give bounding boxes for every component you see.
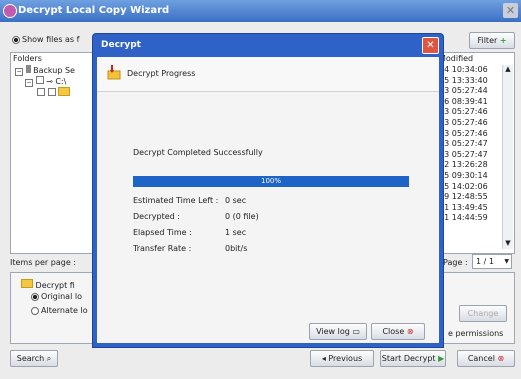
transfer-rate-label: Transfer Rate : <box>133 244 192 253</box>
view-log-button[interactable]: View log ▭ <box>309 323 367 340</box>
modified-value: 15 14:02:06 <box>439 181 488 191</box>
progress-header-label: Decrypt Progress <box>127 69 196 78</box>
original-location-option[interactable]: Original lo <box>31 292 82 301</box>
modified-header: Modified <box>439 54 474 63</box>
app-icon <box>3 4 17 18</box>
alternate-location-label: Alternate lo <box>41 306 88 315</box>
close-label: Close <box>382 327 405 336</box>
modified-value: 03 05:27:46 <box>439 107 488 117</box>
modified-value: 12 13:26:28 <box>439 160 488 170</box>
drive-icon <box>25 65 31 73</box>
progress-text: 100% <box>260 177 281 185</box>
transfer-rate-value: 0bit/s <box>225 244 248 253</box>
close-icon: ✕ <box>505 4 516 17</box>
modified-value: 03 05:27:46 <box>439 117 488 127</box>
filter-icon: + <box>499 36 507 45</box>
folder-icon <box>58 87 71 96</box>
modified-column: 24 10:34:06 05 13:33:40 03 05:27:44 06 0… <box>439 65 501 224</box>
decrypt-to-heading: Decrypt fi <box>21 279 75 290</box>
decrypt-progress-icon <box>107 64 121 80</box>
page-select[interactable]: 1 / 1 ▼ <box>472 254 512 269</box>
time-left-label: Estimated Time Left : <box>133 196 219 205</box>
decrypted-value: 0 (0 file) <box>225 212 259 221</box>
progress-header: Decrypt Progress <box>97 57 439 92</box>
alternate-location-option[interactable]: Alternate lo <box>31 306 88 315</box>
arrow-right-icon: ▶ <box>438 354 445 363</box>
items-per-page-label: Items per page : <box>10 258 76 267</box>
scrollbar[interactable]: ▲ ▼ <box>502 65 513 249</box>
folder-icon <box>21 279 33 288</box>
elapsed-label: Elapsed Time : <box>133 228 192 237</box>
cancel-label: Cancel <box>467 354 495 363</box>
page-value: 1 / 1 <box>476 257 494 266</box>
progress-bar: 100% <box>133 176 409 187</box>
start-decrypt-button[interactable]: Start Decrypt ▶ <box>380 350 446 367</box>
modified-value: 03 05:27:44 <box>439 86 488 96</box>
folders-header: Folders <box>13 54 42 63</box>
search-icon: ⌕ <box>46 354 52 363</box>
search-button[interactable]: Search ⌕ <box>10 350 58 367</box>
show-files-option[interactable]: Show files as f <box>12 35 79 44</box>
wizard-close-button[interactable]: ✕ <box>503 3 518 18</box>
tree-item-backup[interactable]: − Backup Se <box>15 65 75 76</box>
show-files-label: Show files as f <box>22 35 80 44</box>
decrypt-to-label: Decrypt fi <box>35 281 75 290</box>
close-button[interactable]: Close ⊗ <box>371 323 425 340</box>
cancel-button[interactable]: Cancel ⊗ <box>457 350 515 367</box>
status-text: Decrypt Completed Successfully <box>133 148 263 157</box>
previous-label: Previous <box>328 354 363 363</box>
chevron-down-icon: ▼ <box>504 258 509 265</box>
cancel-icon: ⊗ <box>406 327 414 336</box>
change-button[interactable]: Change <box>459 305 507 322</box>
original-location-label: Original lo <box>41 292 82 301</box>
tree-label-backup: Backup Se <box>33 66 75 75</box>
original-location-radio[interactable] <box>31 292 39 301</box>
cancel-icon: ⊗ <box>497 354 505 363</box>
drive-icon: ⊸ <box>46 77 53 86</box>
arrow-left-icon: ◂ <box>321 354 326 363</box>
search-label: Search <box>16 354 45 363</box>
tree-item-folder[interactable] <box>37 87 71 98</box>
decrypt-dialog: Decrypt ✕ Decrypt Progress Decrypt Compl… <box>92 33 444 348</box>
change-label: Change <box>467 309 499 318</box>
tree-label-c: C:\ <box>55 77 67 86</box>
modified-value: 24 10:34:06 <box>439 65 488 74</box>
close-icon: ✕ <box>426 40 435 51</box>
start-decrypt-label: Start Decrypt <box>381 354 436 363</box>
view-log-icon: ▭ <box>352 327 360 336</box>
dialog-close-button[interactable]: ✕ <box>422 37 439 54</box>
modified-value: 03 05:27:47 <box>439 139 488 149</box>
elapsed-value: 1 sec <box>225 228 247 237</box>
view-log-label: View log <box>316 327 350 336</box>
previous-button[interactable]: ◂ Previous <box>310 350 374 367</box>
modified-value: 03 05:27:47 <box>439 149 488 159</box>
scroll-up-icon[interactable]: ▲ <box>503 65 513 75</box>
page-label: Page : <box>443 258 468 267</box>
modified-value: 06 08:39:41 <box>439 96 488 106</box>
modified-value: 15 09:30:14 <box>439 170 488 180</box>
show-files-radio[interactable] <box>12 35 20 44</box>
scroll-down-icon[interactable]: ▼ <box>503 239 513 249</box>
modified-value: 01 13:49:45 <box>439 202 488 212</box>
permissions-label: e permissions <box>448 329 504 338</box>
wizard-title: Decrypt Local Copy Wizard <box>18 5 170 16</box>
tree-item-c[interactable]: − ⊸ C:\ <box>25 76 66 87</box>
modified-value: 05 13:33:40 <box>439 75 488 85</box>
decrypted-label: Decrypted : <box>133 212 180 221</box>
alternate-location-radio[interactable] <box>31 306 39 315</box>
dialog-title: Decrypt <box>101 40 141 50</box>
time-left-value: 0 sec <box>225 196 247 205</box>
filter-label: Filter <box>477 36 498 45</box>
modified-value: 19 12:48:55 <box>439 192 488 202</box>
modified-value: 01 14:44:59 <box>439 213 488 223</box>
filter-button[interactable]: Filter + <box>469 32 515 49</box>
modified-value: 03 05:27:46 <box>439 128 488 138</box>
dialog-content: Decrypt Progress Decrypt Completed Succe… <box>97 57 439 343</box>
wizard-title-bar: Decrypt Local Copy Wizard <box>0 0 521 22</box>
